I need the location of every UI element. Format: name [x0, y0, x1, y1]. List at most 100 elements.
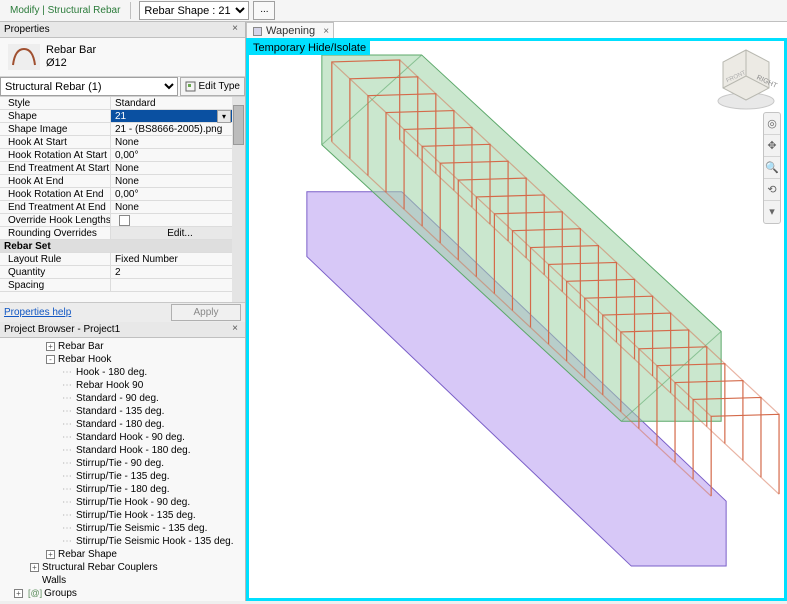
tree-item-label: Standard - 180 deg. [76, 418, 164, 431]
property-label: Hook Rotation At Start [0, 149, 110, 161]
property-value[interactable]: Standard [110, 97, 245, 109]
properties-header[interactable]: Properties × [0, 22, 245, 38]
property-row[interactable]: Spacing [0, 279, 245, 292]
property-row[interactable]: Shape21▾ [0, 110, 245, 123]
tree-item-label: Rebar Hook [58, 353, 111, 366]
tree-item[interactable]: ⋯ Stirrup/Tie Seismic - 135 deg. [4, 522, 245, 535]
tree-item[interactable]: ⋯Standard - 135 deg. [4, 405, 245, 418]
property-value[interactable]: None [110, 136, 245, 148]
property-value[interactable]: Edit... [110, 227, 245, 239]
property-row[interactable]: End Treatment At EndNone [0, 201, 245, 214]
tree-leaf-icon: ⋯ [62, 379, 72, 392]
tree-item-label: Structural Rebar Couplers [42, 561, 158, 574]
property-row[interactable]: Override Hook Lengths [0, 214, 245, 227]
shape-browse-button[interactable]: ... [253, 1, 275, 20]
property-row[interactable]: Hook Rotation At End0,00° [0, 188, 245, 201]
expand-icon[interactable]: ▾ [764, 201, 780, 223]
property-label: Hook Rotation At End [0, 188, 110, 200]
view-tab[interactable]: Wapening × [246, 22, 334, 39]
scrollbar[interactable] [232, 97, 245, 302]
tree-item-label: Groups [44, 587, 77, 600]
property-row[interactable]: Quantity2 [0, 266, 245, 279]
tree-item-label: Stirrup/Tie Seismic - 135 deg. [76, 522, 207, 535]
expand-icon[interactable]: + [30, 563, 39, 572]
contextual-tab[interactable]: Modify | Structural Rebar [0, 2, 131, 19]
apply-button[interactable]: Apply [171, 304, 241, 321]
property-value[interactable]: None [110, 162, 245, 174]
properties-help-link[interactable]: Properties help [4, 307, 71, 318]
expand-icon[interactable]: + [14, 589, 23, 598]
view-cube[interactable]: RIGHT FRONT [711, 44, 781, 114]
wheel-icon[interactable]: ◎ [764, 113, 780, 135]
property-value[interactable]: 0,00° [110, 188, 245, 200]
properties-grid[interactable]: StyleStandardShape21▾Shape Image21 - (BS… [0, 97, 245, 302]
tree-item[interactable]: +Structural Rebar Couplers [4, 561, 245, 574]
project-browser-tree[interactable]: +Rebar Bar-Rebar Hook⋯Hook - 180 deg.⋯Re… [0, 338, 245, 601]
property-row[interactable]: StyleStandard [0, 97, 245, 110]
property-value[interactable]: 21 - (BS8666-2005).png [110, 123, 245, 135]
property-value[interactable]: Fixed Number [110, 253, 245, 265]
tree-item[interactable]: ⋯Standard - 180 deg. [4, 418, 245, 431]
tree-item[interactable]: ⋯Stirrup/Tie Hook - 90 deg. [4, 496, 245, 509]
property-value[interactable] [110, 279, 245, 291]
tree-item[interactable]: ⋯Standard Hook - 90 deg. [4, 431, 245, 444]
property-row[interactable]: Hook At StartNone [0, 136, 245, 149]
checkbox[interactable] [119, 215, 130, 226]
property-row[interactable]: End Treatment At StartNone [0, 162, 245, 175]
close-icon[interactable]: × [229, 24, 241, 36]
property-value[interactable] [110, 214, 245, 226]
chevron-down-icon[interactable]: ▾ [217, 110, 231, 123]
tree-item[interactable]: ⋯Stirrup/Tie Hook - 135 deg. [4, 509, 245, 522]
rebar-shape-selector[interactable]: Rebar Shape : 21 [139, 1, 249, 20]
instance-selector[interactable]: Structural Rebar (1) [0, 77, 178, 96]
tree-leaf-icon: ⋯ [62, 522, 72, 535]
type-selector[interactable]: Rebar Bar Ø12 [0, 38, 245, 77]
tree-item-label: Stirrup/Tie Seismic Hook - 135 deg. [76, 535, 233, 548]
tree-item-label: Hook - 180 deg. [76, 366, 147, 379]
scrollbar-thumb[interactable] [233, 105, 244, 145]
project-browser-header[interactable]: Project Browser - Project1 × [0, 322, 245, 338]
model-viewport[interactable]: Wapening × Temporary Hide/Isolate RIGHT … [246, 22, 787, 601]
property-value[interactable]: 0,00° [110, 149, 245, 161]
tree-item[interactable]: ⋯Standard Hook - 180 deg. [4, 444, 245, 457]
tree-item[interactable]: ⋯Stirrup/Tie - 90 deg. [4, 457, 245, 470]
tree-item-label: Rebar Hook 90 [76, 379, 143, 392]
tree-item[interactable]: ⋯Standard - 90 deg. [4, 392, 245, 405]
property-value[interactable]: None [110, 201, 245, 213]
close-icon[interactable]: × [323, 26, 329, 37]
type-name: Rebar Bar [46, 44, 96, 57]
property-row[interactable]: Layout RuleFixed Number [0, 253, 245, 266]
tree-item-label: Rebar Bar [58, 340, 104, 353]
property-row[interactable]: Hook Rotation At Start0,00° [0, 149, 245, 162]
property-row[interactable]: Hook At EndNone [0, 175, 245, 188]
property-row[interactable]: Rebar Set [0, 240, 245, 253]
property-value[interactable]: None [110, 175, 245, 187]
collapse-icon[interactable]: - [46, 355, 55, 364]
temporary-hide-badge[interactable]: Temporary Hide/Isolate [249, 41, 370, 55]
property-row[interactable]: Shape Image21 - (BS8666-2005).png [0, 123, 245, 136]
tree-item[interactable]: ⋯Stirrup/Tie - 135 deg. [4, 470, 245, 483]
property-row[interactable]: Rounding OverridesEdit... [0, 227, 245, 240]
tree-item[interactable]: ⋯ Stirrup/Tie Seismic Hook - 135 deg. [4, 535, 245, 548]
tree-leaf-icon: ⋯ [62, 535, 72, 548]
tree-item[interactable]: ⋯ Rebar Hook 90 [4, 379, 245, 392]
tree-item[interactable]: +Rebar Bar [4, 340, 245, 353]
expand-icon[interactable]: + [46, 342, 55, 351]
tree-item[interactable]: Walls [4, 574, 245, 587]
property-label: Override Hook Lengths [0, 214, 110, 226]
tree-item[interactable]: +Rebar Shape [4, 548, 245, 561]
tree-item[interactable]: ⋯Stirrup/Tie - 180 deg. [4, 483, 245, 496]
expand-icon[interactable]: + [46, 550, 55, 559]
property-label: Rounding Overrides [0, 227, 110, 239]
close-icon[interactable]: × [229, 324, 241, 336]
pan-icon[interactable]: ✥ [764, 135, 780, 157]
property-value[interactable]: 2 [110, 266, 245, 278]
tree-item[interactable]: ⋯Hook - 180 deg. [4, 366, 245, 379]
edit-type-button[interactable]: Edit Type [180, 77, 245, 96]
navigation-bar: ◎ ✥ 🔍 ⟲ ▾ [763, 112, 781, 224]
tree-item[interactable]: +[@]Groups [4, 587, 245, 600]
tree-item[interactable]: -Rebar Hook [4, 353, 245, 366]
orbit-icon[interactable]: ⟲ [764, 179, 780, 201]
tree-item-label: Stirrup/Tie Hook - 90 deg. [76, 496, 190, 509]
zoom-icon[interactable]: 🔍 [764, 157, 780, 179]
